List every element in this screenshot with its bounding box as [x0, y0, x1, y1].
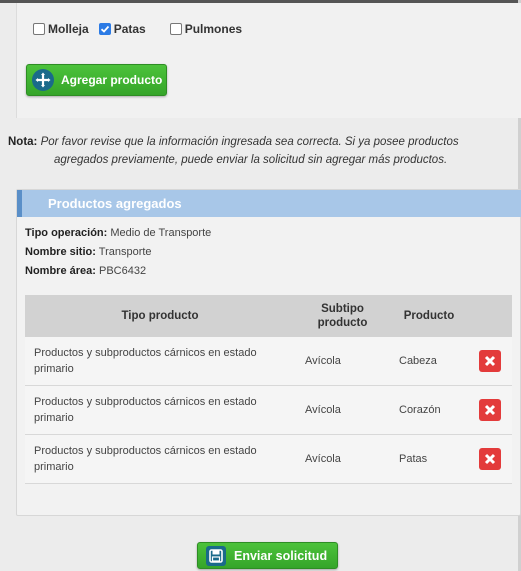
cell-subtype: Avícola — [305, 355, 341, 367]
cell-text: Productos y subproductos cárnicos en est… — [34, 347, 257, 359]
checkbox-patas[interactable]: Patas — [98, 22, 146, 36]
added-products-card: Productos agregados Tipo operación: Medi… — [16, 189, 521, 516]
note-text: Nota: Por favor revise que la informació… — [8, 133, 521, 169]
info-value: Transporte — [98, 246, 152, 258]
add-product-button[interactable]: Agregar producto — [26, 64, 167, 96]
plus-arrows-icon — [32, 69, 54, 91]
send-request-button[interactable]: Enviar solicitud — [197, 542, 338, 569]
checkbox-pulmones[interactable]: Pulmones — [169, 22, 243, 36]
info-value: PBC6432 — [98, 265, 147, 277]
header-subtype-line2: producto — [317, 317, 368, 329]
info-label: Nombre sitio: — [25, 246, 96, 258]
delete-icon[interactable] — [479, 399, 501, 421]
checkmark-icon — [100, 25, 109, 33]
header-product: Producto — [403, 310, 455, 322]
checkbox-label: Molleja — [48, 22, 89, 36]
checkbox-box-checked[interactable] — [98, 23, 111, 35]
checkbox-box[interactable] — [169, 23, 182, 35]
note-prefix: Nota: — [8, 136, 38, 148]
delete-icon[interactable] — [479, 350, 501, 372]
info-label: Nombre área: — [25, 265, 96, 277]
cell-product-type: Productos y subproductos cárnicos en est… — [25, 345, 295, 377]
products-table: Tipo producto Subtipo producto Producto … — [25, 295, 512, 484]
cell-subtype: Avícola — [305, 453, 341, 465]
note-line2: agregados previamente, puede enviar la s… — [54, 154, 448, 166]
info-operation-type: Tipo operación: Medio de Transporte — [25, 227, 211, 239]
cell-text: Productos y subproductos cárnicos en est… — [34, 396, 257, 408]
header-subtype-line1: Subtipo — [321, 303, 364, 315]
product-selection-panel — [16, 3, 521, 118]
header-subtype: Subtipo producto — [295, 302, 390, 330]
cell-text: primario — [34, 412, 74, 424]
checkbox-box[interactable] — [33, 23, 45, 35]
delete-icon[interactable] — [479, 448, 501, 470]
checkbox-molleja[interactable]: Molleja — [33, 22, 89, 36]
table-row: Productos y subproductos cárnicos en est… — [25, 435, 512, 484]
checkbox-label: Pulmones — [184, 22, 243, 36]
table-row: Productos y subproductos cárnicos en est… — [25, 386, 512, 435]
cell-actions — [468, 399, 512, 421]
info-site-name: Nombre sitio: Transporte — [25, 246, 152, 258]
info-label: Tipo operación: — [25, 227, 108, 239]
info-value: Medio de Transporte — [110, 227, 212, 239]
cell-text: primario — [34, 461, 74, 473]
header-product-type: Tipo producto — [121, 310, 199, 322]
cell-subtype: Avícola — [305, 404, 341, 416]
cell-actions — [468, 448, 512, 470]
save-icon — [206, 545, 226, 566]
checkbox-label: Patas — [113, 22, 146, 36]
cell-product: Cabeza — [399, 355, 437, 367]
note-line1: Por favor revise que la información ingr… — [40, 136, 459, 148]
cell-product: Corazón — [399, 404, 441, 416]
product-checkboxes: Molleja Patas Pulmones — [33, 22, 266, 36]
table-row: Productos y subproductos cárnicos en est… — [25, 337, 512, 386]
cell-text: primario — [34, 363, 74, 375]
cell-product: Patas — [399, 453, 428, 465]
cell-product-type: Productos y subproductos cárnicos en est… — [25, 394, 295, 426]
card-title: Productos agregados — [17, 190, 521, 217]
cell-product-type: Productos y subproductos cárnicos en est… — [25, 443, 295, 475]
table-header: Tipo producto Subtipo producto Producto — [25, 295, 512, 337]
add-product-label: Agregar producto — [61, 73, 163, 87]
cell-text: Productos y subproductos cárnicos en est… — [34, 445, 257, 457]
info-area-name: Nombre área: PBC6432 — [25, 265, 146, 277]
cell-actions — [468, 350, 512, 372]
send-request-label: Enviar solicitud — [234, 548, 328, 563]
